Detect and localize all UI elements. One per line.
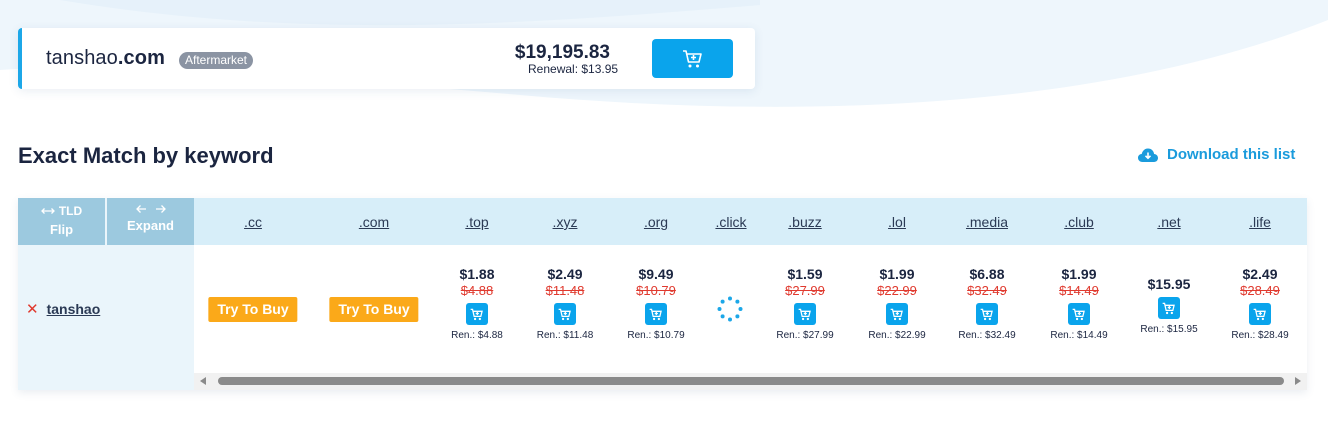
keyword-row: ✕ tanshao [18,245,194,373]
results-table: TLD Flip Expand ✕ tanshao .cc .com .top … [18,198,1307,390]
cart-plus-icon [1253,308,1266,320]
tld-header-cc[interactable]: .cc [244,214,262,230]
download-list-label: Download this list [1167,146,1296,163]
loading-spinner-icon [717,296,743,322]
featured-domain-card: tanshao.com Aftermarket $19,195.83 Renew… [18,28,755,89]
add-to-cart-button[interactable] [886,303,908,325]
tld-results-area: .cc .com .top .xyz .org .click .buzz .lo… [194,198,1307,390]
price-cell-top: $1.88 $4.88 Ren.: $4.88 [432,266,522,341]
tld-flip-top: TLD [58,204,83,218]
cart-plus-icon [798,308,811,320]
renewal-price: Ren.: $14.49 [1050,330,1108,341]
price-cell-media: $6.88 $32.49 Ren.: $32.49 [942,266,1032,341]
section-title: Exact Match by keyword [18,143,274,168]
price-cell-net: $15.95 Ren.: $15.95 [1124,276,1214,335]
tld-header-top[interactable]: .top [465,214,488,230]
tld-flip-label: Flip [49,222,74,237]
cart-plus-icon [1072,308,1085,320]
add-to-cart-button[interactable] [466,303,488,325]
price: $1.99 [1061,266,1097,282]
renewal-price: Ren.: $15.95 [1140,324,1198,335]
cart-plus-icon [558,308,571,320]
add-to-cart-button[interactable] [1158,297,1180,319]
cloud-download-icon [1138,148,1158,162]
tld-header-media[interactable]: .media [966,214,1008,230]
add-to-cart-button[interactable] [554,303,576,325]
expand-button[interactable]: Expand [107,198,194,245]
aftermarket-badge: Aftermarket [179,52,254,69]
renewal-price: Ren.: $11.48 [536,330,594,341]
tld-header-org[interactable]: .org [644,214,668,230]
add-to-cart-button[interactable] [1249,303,1271,325]
featured-renewal: Renewal: $13.95 [528,62,619,76]
cart-plus-icon [1162,302,1175,314]
add-to-cart-button[interactable] [976,303,998,325]
download-list-link[interactable]: Download this list [1137,146,1295,163]
cart-plus-icon [682,49,702,67]
price: $1.88 [459,266,495,282]
featured-domain-tld: .com [117,47,165,69]
swap-horizontal-icon [40,208,55,214]
scroll-thumb[interactable] [218,377,1284,385]
tld-header-xyz[interactable]: .xyz [553,214,578,230]
expand-label: Expand [127,218,174,233]
scroll-left-arrow[interactable] [200,377,206,385]
add-to-cart-button[interactable] [645,303,667,325]
add-to-cart-button[interactable] [794,303,816,325]
horizontal-scrollbar[interactable] [194,373,1307,390]
featured-domain-name: tanshao [46,47,118,69]
price-cell-buzz: $1.59 $27.99 Ren.: $27.99 [760,266,850,341]
keyword-column: TLD Flip Expand ✕ tanshao [18,198,194,390]
cart-plus-icon [649,308,662,320]
tld-header-com[interactable]: .com [359,214,389,230]
price: $2.49 [547,266,583,282]
price-cell-xyz: $2.49 $11.48 Ren.: $11.48 [520,266,610,341]
renewal-price: Ren.: $32.49 [958,330,1016,341]
price: $15.95 [1147,276,1191,292]
scroll-right-arrow[interactable] [1295,377,1301,385]
tld-header-lol[interactable]: .lol [888,214,906,230]
old-price: $27.99 [785,283,825,298]
old-price: $32.49 [967,283,1007,298]
price: $9.49 [638,266,674,282]
try-to-buy-com[interactable]: Try To Buy [329,297,419,322]
renewal-price: Ren.: $22.99 [868,330,926,341]
tld-header-click[interactable]: .click [715,214,746,230]
tld-header-buzz[interactable]: .buzz [788,214,821,230]
featured-domain[interactable]: tanshao.com [46,47,165,70]
try-to-buy-cc[interactable]: Try To Buy [208,297,298,322]
renewal-price: Ren.: $10.79 [627,330,685,341]
price: $1.99 [879,266,915,282]
price-cell-life: $2.49 $28.49 Ren.: $28.49 [1215,266,1305,341]
add-to-cart-button[interactable] [1068,303,1090,325]
price-cell-club: $1.99 $14.49 Ren.: $14.49 [1034,266,1124,341]
price-cell-lol: $1.99 $22.99 Ren.: $22.99 [852,266,942,341]
old-price: $10.79 [636,283,676,298]
add-to-cart-button[interactable] [652,39,733,78]
tld-header-row: .cc .com .top .xyz .org .click .buzz .lo… [194,198,1307,245]
cart-plus-icon [890,308,903,320]
price: $6.88 [969,266,1005,282]
tld-header-club[interactable]: .club [1064,214,1094,230]
tld-header-net[interactable]: .net [1157,214,1180,230]
renewal-price: Ren.: $4.88 [451,330,503,341]
price: $1.59 [787,266,823,282]
tld-flip-button[interactable]: TLD Flip [18,198,105,245]
cart-plus-icon [980,308,993,320]
renewal-price: Ren.: $28.49 [1231,330,1289,341]
renewal-price: Ren.: $27.99 [776,330,834,341]
cart-plus-icon [470,308,483,320]
keyword-link[interactable]: tanshao [47,301,101,317]
expand-arrows-icon [135,205,166,213]
featured-price: $19,195.83 [514,42,610,63]
old-price: $14.49 [1059,283,1099,298]
old-price: $22.99 [877,283,917,298]
remove-x-icon[interactable]: ✕ [26,300,39,318]
price-cell-org: $9.49 $10.79 Ren.: $10.79 [611,266,701,341]
tld-header-life[interactable]: .life [1249,214,1271,230]
old-price: $4.88 [460,283,494,298]
old-price: $28.49 [1240,283,1280,298]
price: $2.49 [1242,266,1278,282]
old-price: $11.48 [545,283,585,298]
